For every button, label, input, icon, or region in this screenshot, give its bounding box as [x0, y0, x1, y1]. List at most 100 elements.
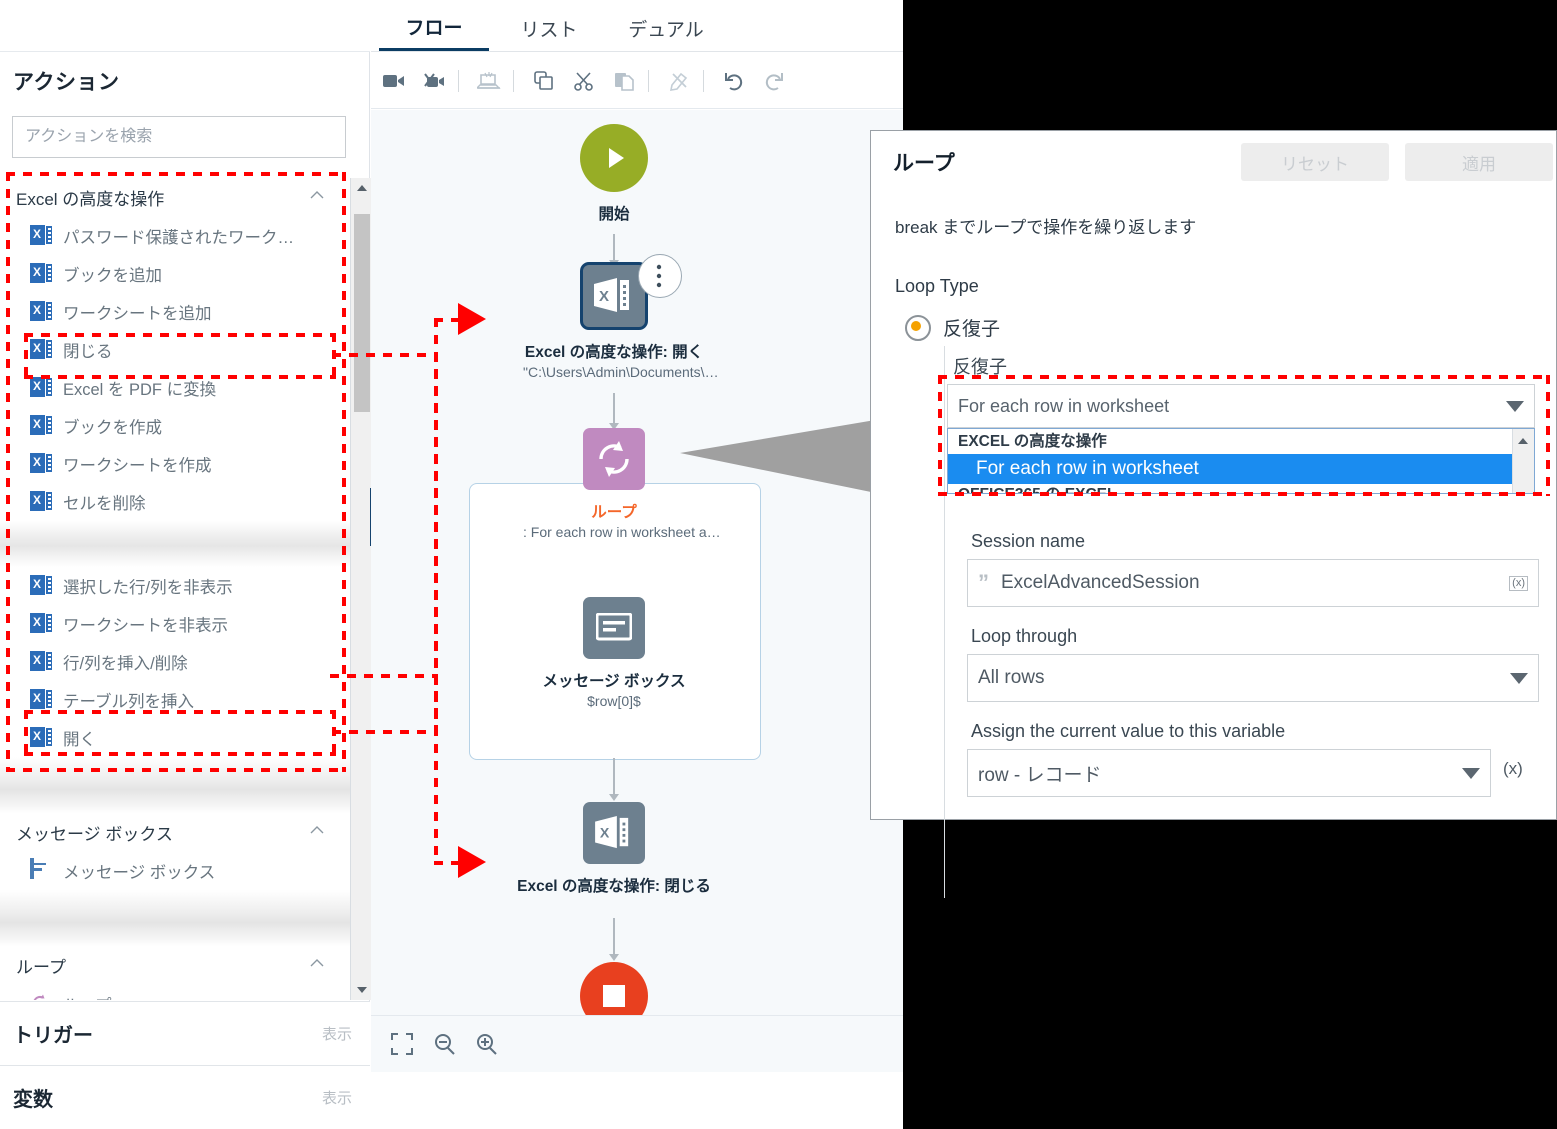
- node-menu-icon[interactable]: [638, 254, 682, 298]
- group-label: メッセージ ボックス: [16, 825, 173, 844]
- annotation-leader-hidden: [434, 318, 438, 678]
- node-caption: Excel の高度な操作: 開く: [524, 344, 704, 361]
- record-icon[interactable]: [377, 64, 411, 98]
- chevron-up-icon[interactable]: [310, 825, 324, 834]
- zoom-out-icon[interactable]: [427, 1027, 461, 1061]
- view-tabs: フロー リスト デュアル: [371, 0, 903, 52]
- node-subcaption: : For each row in worksheet a…: [523, 524, 721, 540]
- annotation-arrow-head: [458, 303, 486, 335]
- quote-icon: ”: [978, 570, 989, 595]
- node-subcaption: "C:\Users\Admin\Documents\…: [523, 364, 719, 380]
- chevron-down-icon[interactable]: [1510, 672, 1528, 684]
- blurred-region: [0, 890, 350, 946]
- connector: [613, 234, 615, 262]
- annotation-leader: [332, 353, 438, 357]
- chevron-down-icon[interactable]: [1462, 767, 1480, 779]
- radio-iterator[interactable]: 反復子: [905, 314, 1000, 341]
- flow-node-excel-open[interactable]: X Excel の高度な操作: 開く "C:\Users\Admin\Docum…: [523, 254, 719, 380]
- radio-button-icon[interactable]: [905, 314, 931, 341]
- connector: [613, 393, 615, 425]
- dialog-title: ループ: [893, 152, 955, 175]
- excel-icon: X: [583, 802, 645, 864]
- sidebar-section-label: 変数: [13, 1089, 53, 1111]
- action-item-message-box[interactable]: メッセージ ボックス: [0, 852, 350, 890]
- sidebar-top-bar: [0, 0, 370, 52]
- svg-text:X: X: [600, 826, 610, 842]
- flow-node-start[interactable]: 開始: [543, 124, 685, 224]
- annotation-box-excel-group: [6, 172, 346, 772]
- sidebar-scrollbar[interactable]: [350, 178, 372, 1000]
- tab-flow[interactable]: フロー: [379, 5, 489, 51]
- capture-screen-icon[interactable]: [472, 64, 506, 98]
- loop-icon: [583, 428, 645, 490]
- session-name-value: ExcelAdvancedSession: [1001, 572, 1200, 593]
- add-variable-icon[interactable]: (x): [1503, 759, 1523, 779]
- annotation-leader: [330, 674, 438, 678]
- show-link[interactable]: 表示: [322, 1087, 352, 1108]
- stop-record-icon[interactable]: [417, 64, 451, 98]
- cut-icon[interactable]: [567, 64, 601, 98]
- group-header-loop[interactable]: ループ: [0, 946, 350, 985]
- scrollbar-thumb[interactable]: [354, 214, 370, 412]
- message-box-icon: [583, 597, 645, 659]
- message-box-icon: [30, 858, 54, 882]
- connector: [613, 758, 615, 796]
- page-title: アクション: [13, 71, 120, 94]
- apply-button[interactable]: 適用: [1405, 143, 1553, 181]
- callout-arrow: [680, 415, 903, 499]
- fit-to-screen-icon[interactable]: [385, 1027, 419, 1061]
- action-item-loop[interactable]: ループ: [0, 985, 350, 1000]
- scroll-up-icon[interactable]: [351, 178, 372, 198]
- chevron-up-icon[interactable]: [310, 958, 324, 967]
- sidebar-section-label: トリガー: [13, 1025, 93, 1047]
- flow-canvas[interactable]: 開始 X Excel の高度な操作: 開く "C:\Users\Admin\Do…: [371, 110, 903, 1072]
- annotation-box-open-action: [24, 710, 336, 756]
- action-item-label: ループ: [63, 992, 112, 1000]
- toolbar-separator: [703, 69, 704, 92]
- variable-insert-icon[interactable]: (x): [1509, 575, 1528, 591]
- group-label: ループ: [16, 958, 66, 977]
- scroll-down-icon[interactable]: [351, 980, 372, 1000]
- node-caption: メッセージ ボックス: [542, 673, 686, 690]
- reset-button[interactable]: リセット: [1241, 143, 1389, 181]
- copy-icon[interactable]: [527, 64, 561, 98]
- loop-type-label: Loop Type: [895, 276, 979, 296]
- search-box[interactable]: [12, 116, 346, 158]
- toolbar-separator: [458, 69, 459, 92]
- redo-icon[interactable]: [757, 64, 791, 98]
- search-input[interactable]: [13, 117, 345, 157]
- session-name-field[interactable]: ” ExcelAdvancedSession (x): [967, 559, 1539, 607]
- show-link[interactable]: 表示: [322, 1023, 352, 1044]
- assign-variable-dropdown[interactable]: row - レコード: [967, 749, 1491, 797]
- assign-variable-label: Assign the current value to this variabl…: [971, 721, 1286, 741]
- node-subcaption: $row[0]$: [587, 693, 641, 709]
- svg-text:X: X: [599, 288, 609, 305]
- connector: [613, 918, 615, 956]
- disable-icon[interactable]: [662, 64, 696, 98]
- sidebar-item-variables[interactable]: 変数 表示: [0, 1065, 370, 1129]
- tab-list[interactable]: リスト: [499, 5, 599, 51]
- sidebar-item-triggers[interactable]: トリガー 表示: [0, 1001, 370, 1065]
- node-caption: 開始: [598, 206, 630, 223]
- annotation-leader: [434, 674, 438, 734]
- connector-arrow: [609, 954, 619, 961]
- annotation-arrow-head: [458, 846, 486, 878]
- flow-panel: フロー リスト デュアル 開始 X Excel の高度な操作: 開く "C:\U…: [371, 0, 903, 1129]
- group-header-message-box[interactable]: メッセージ ボックス: [0, 813, 350, 852]
- dialog-description: break までループで操作を繰り返します: [895, 218, 1197, 237]
- toolbar-separator: [513, 69, 514, 92]
- undo-icon[interactable]: [717, 64, 751, 98]
- zoom-in-icon[interactable]: [469, 1027, 503, 1061]
- paste-icon[interactable]: [607, 64, 641, 98]
- flow-node-message-box[interactable]: メッセージ ボックス $row[0]$: [523, 597, 705, 709]
- start-icon: [580, 124, 648, 192]
- annotation-leader: [332, 730, 438, 734]
- flow-node-excel-close[interactable]: X Excel の高度な操作: 閉じる: [501, 802, 727, 896]
- loop-through-dropdown[interactable]: All rows: [967, 654, 1539, 702]
- assign-variable-value: row - レコード: [978, 764, 1102, 786]
- node-caption: Excel の高度な操作: 閉じる: [517, 878, 711, 895]
- tab-dual[interactable]: デュアル: [607, 5, 725, 51]
- loop-through-label: Loop through: [971, 626, 1078, 646]
- session-name-label: Session name: [971, 531, 1086, 551]
- connector-arrow: [609, 794, 619, 801]
